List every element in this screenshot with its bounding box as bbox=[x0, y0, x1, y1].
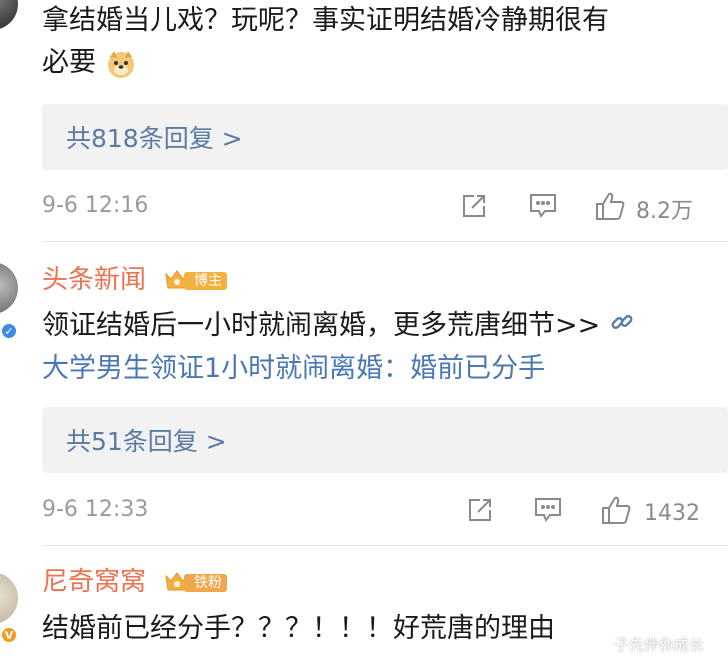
thumbs-up-icon bbox=[594, 190, 626, 228]
comment-text-line: 拿结婚当儿戏？玩呢？事实证明结婚冷静期很有 bbox=[42, 5, 609, 36]
verified-badge-icon: ✓ bbox=[0, 322, 18, 340]
share-icon bbox=[460, 192, 488, 226]
comment-time: 9-6 12:33 bbox=[42, 497, 149, 522]
comment-button[interactable] bbox=[528, 192, 558, 226]
thumbs-up-icon bbox=[600, 494, 632, 532]
avatar[interactable] bbox=[0, 262, 18, 314]
divider bbox=[42, 241, 728, 242]
comment-time: 9-6 12:16 bbox=[42, 193, 149, 218]
like-count: 1432 bbox=[644, 500, 700, 526]
share-button[interactable] bbox=[466, 496, 494, 530]
comment-text: 拿结婚当儿戏？玩呢？事实证明结婚冷静期很有 必要 bbox=[42, 0, 702, 84]
replies-count: 共818条回复 > bbox=[66, 124, 243, 153]
comment-text: 领证结婚后一小时就闹离婚，更多荒唐细节>> 大学男生领证1小时就闹离婚：婚前已分… bbox=[42, 305, 702, 390]
doge-emoji-icon bbox=[105, 48, 137, 80]
share-icon bbox=[466, 496, 494, 530]
verified-badge-icon: V bbox=[0, 626, 18, 644]
comment-icon bbox=[533, 496, 563, 530]
comment-button[interactable] bbox=[533, 496, 563, 530]
comment-text-line: 领证结婚后一小时就闹离婚，更多荒唐细节>> bbox=[42, 310, 601, 341]
watermark: 子先伴你成长 bbox=[614, 636, 705, 654]
comment-text: 结婚前已经分手？？？！！！好荒唐的理由 bbox=[42, 608, 702, 650]
link-icon[interactable] bbox=[609, 306, 635, 348]
replies-button[interactable]: 共818条回复 > bbox=[42, 104, 728, 170]
comment-icon bbox=[528, 192, 558, 226]
avatar[interactable] bbox=[0, 0, 18, 30]
badge-label: 铁粉 bbox=[184, 574, 227, 592]
article-link[interactable]: 大学男生领证1小时就闹离婚：婚前已分手 bbox=[42, 353, 545, 384]
like-button[interactable]: 1432 bbox=[600, 494, 700, 532]
fan-badge: 铁粉 bbox=[164, 571, 227, 595]
blogger-badge: 博主 bbox=[164, 269, 227, 293]
username[interactable]: 头条新闻 bbox=[42, 262, 146, 298]
like-count: 8.2万 bbox=[636, 199, 693, 224]
badge-label: 博主 bbox=[184, 272, 227, 290]
comment-text-line: 结婚前已经分手？？？！！！好荒唐的理由 bbox=[42, 613, 555, 644]
share-button[interactable] bbox=[460, 192, 488, 226]
replies-button[interactable]: 共51条回复 > bbox=[42, 407, 728, 473]
username[interactable]: 尼奇窝窝 bbox=[42, 564, 146, 600]
like-button[interactable]: 8.2万 bbox=[594, 190, 693, 228]
avatar[interactable] bbox=[0, 572, 18, 624]
comment-text-line: 必要 bbox=[42, 47, 96, 78]
divider bbox=[42, 545, 728, 546]
replies-count: 共51条回复 > bbox=[66, 427, 227, 456]
